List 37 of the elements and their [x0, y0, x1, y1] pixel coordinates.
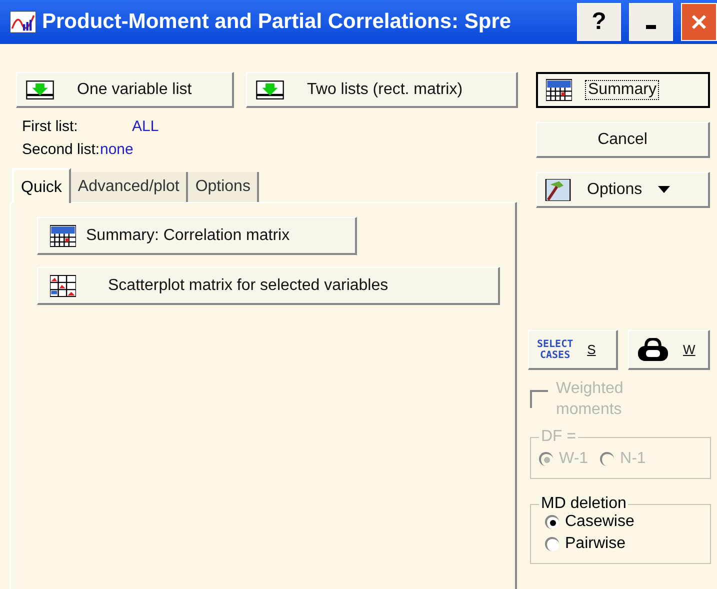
tab[interactable]: Quick [12, 168, 71, 203]
variables-icon [255, 80, 285, 100]
variables-button[interactable]: Two lists (rect. matrix) [246, 72, 518, 108]
group-title: MD deletion [540, 495, 628, 513]
weight-button[interactable]: W [628, 330, 710, 370]
list-value: none [100, 141, 134, 158]
select-cases-button[interactable]: SELECT CASES S [528, 330, 618, 370]
help-button[interactable]: ? [577, 3, 621, 41]
tab[interactable]: Options [188, 172, 260, 202]
list-value: ALL [132, 118, 159, 135]
summary-button[interactable]: Summary [536, 72, 710, 108]
cancel-button[interactable]: Cancel [536, 122, 710, 158]
radio-circle[interactable] [545, 515, 559, 529]
md-radio[interactable]: Pairwise [539, 535, 702, 553]
minimize-button[interactable] [629, 3, 673, 41]
grid-icon [50, 274, 76, 296]
close-button[interactable] [681, 3, 717, 41]
table-icon [50, 224, 76, 246]
window-title: Product-Moment and Partial Correlations: Spre [42, 10, 512, 34]
correlation-matrix-button[interactable]: Summary: Correlation matrix [37, 217, 357, 255]
hammer-icon [545, 178, 571, 200]
table-icon [546, 79, 572, 101]
scatterplot-matrix-button[interactable]: Scatterplot matrix for selected variables [37, 267, 500, 305]
radio-circle[interactable] [545, 537, 559, 551]
list-label: Second list: [22, 141, 100, 158]
group-title: DF = [540, 428, 578, 446]
md-radio[interactable]: Casewise [539, 513, 702, 531]
options-button[interactable]: Options [536, 172, 710, 208]
caret-icon [658, 186, 670, 194]
chart-icon [10, 11, 36, 33]
tab[interactable]: Advanced/plot [70, 172, 188, 202]
list-label: First list: [22, 118, 79, 135]
weight-icon [637, 338, 669, 362]
minimize-icon [646, 25, 656, 29]
close-icon [690, 13, 708, 31]
variables-button[interactable]: One variable list [16, 72, 234, 108]
variables-icon [25, 80, 55, 100]
